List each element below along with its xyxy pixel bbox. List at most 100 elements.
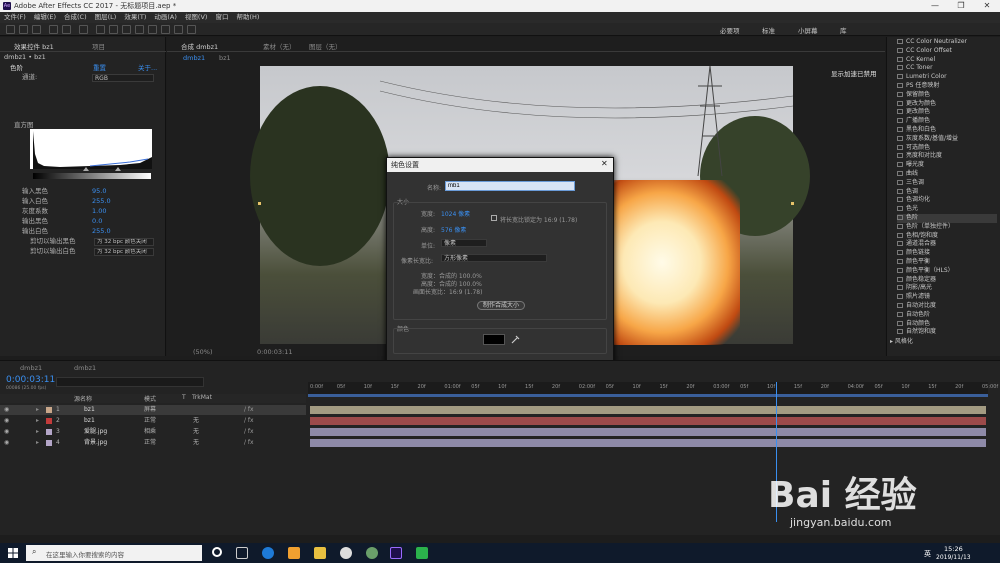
menu-view[interactable]: 视图(V) (185, 13, 208, 21)
workspace-libraries[interactable]: 库 (840, 25, 847, 35)
menu-animation[interactable]: 动画(A) (154, 13, 177, 21)
effect-item[interactable]: 颜色平衡 (897, 258, 930, 267)
subtab-comp[interactable]: dmbz1 (183, 54, 205, 62)
workspace-small-screen[interactable]: 小屏幕 (798, 25, 818, 35)
label-color-swatch[interactable] (46, 440, 52, 446)
effect-name[interactable]: 色阶 (10, 64, 23, 73)
effect-item[interactable]: CC Kernel (897, 56, 935, 65)
layer-row[interactable]: ◉ ▸ 3 爱腿.jpg 相乘 无 / fx (0, 427, 306, 437)
layer-name[interactable]: bz1 (84, 405, 95, 415)
wechat-icon[interactable] (416, 547, 428, 559)
effects-group-stylize[interactable]: ▸ 风格化 (890, 338, 913, 347)
param-value[interactable]: 1.00 (92, 207, 106, 216)
effect-item[interactable]: 三色调 (897, 179, 924, 188)
rotate-tool-icon[interactable] (49, 25, 58, 34)
edge-icon[interactable] (262, 547, 274, 559)
gamma-slider-icon[interactable] (83, 167, 89, 171)
fx-switch-icon[interactable]: / fx (244, 416, 254, 426)
layer-duration-bar[interactable] (310, 439, 986, 447)
timeline-tab[interactable]: dmbz1 (20, 364, 42, 372)
height-value[interactable]: 576 像素 (441, 225, 466, 234)
effect-item[interactable]: Lumetri Color (897, 73, 947, 82)
layer-name[interactable]: 爱腿.jpg (84, 427, 107, 437)
width-value[interactable]: 1024 像素 (441, 209, 470, 218)
clip-white-dropdown[interactable]: 为 32 bpc 颜色关闭 (94, 248, 154, 256)
unit-dropdown[interactable]: 像素 (441, 239, 487, 247)
tab-effect-controls[interactable]: 效果控件 bz1 (14, 41, 54, 51)
effect-item[interactable]: 广播颜色 (897, 117, 930, 126)
layer-name[interactable]: bz1 (84, 416, 95, 426)
workspace-standard[interactable]: 标准 (762, 25, 775, 35)
text-tool-icon[interactable] (122, 25, 131, 34)
effect-item[interactable]: 更改颜色 (897, 108, 930, 117)
maximize-button[interactable]: ❐ (948, 0, 974, 12)
time-ruler[interactable]: 0:00f 05f 10f 15f 20f 01:00f 05f 10f 15f 20f 02:00… (308, 382, 998, 394)
clip-black-dropdown[interactable]: 为 32 bpc 颜色关闭 (94, 238, 154, 246)
menu-file[interactable]: 文件(F) (4, 13, 26, 21)
selection-tool-icon[interactable] (6, 25, 15, 34)
layer-mode[interactable]: 正常 (144, 438, 156, 448)
layer-duration-bar[interactable] (310, 428, 986, 436)
effect-item[interactable]: 自然饱和度 (897, 328, 936, 337)
menu-help[interactable]: 帮助(H) (236, 13, 259, 21)
layer-trkmat[interactable]: 无 (193, 427, 199, 437)
mask-tool-icon[interactable] (96, 25, 105, 34)
effect-item[interactable]: 自动色阶 (897, 311, 930, 320)
tab-project[interactable]: 项目 (92, 41, 105, 51)
brush-tool-icon[interactable] (135, 25, 144, 34)
puppet-tool-icon[interactable] (187, 25, 196, 34)
tab-footage[interactable]: 素材（无） (263, 41, 296, 51)
layer-duration-bar[interactable] (310, 406, 986, 414)
timeline-tab[interactable]: dmbz1 (74, 364, 96, 372)
effect-item[interactable]: 通道混合器 (897, 240, 936, 249)
tab-composition[interactable]: 合成 dmbz1 (181, 41, 218, 51)
taskbar-search[interactable]: ⌕ 在这里输入你要搜索的内容 (26, 545, 202, 561)
label-color-swatch[interactable] (46, 429, 52, 435)
workspace-essentials[interactable]: 必要项 (720, 25, 740, 35)
layer-mode[interactable]: 相乘 (144, 427, 156, 437)
hand-tool-icon[interactable] (19, 25, 28, 34)
param-value[interactable]: 255.0 (92, 227, 111, 236)
zoom-tool-icon[interactable] (32, 25, 41, 34)
minimize-button[interactable]: — (922, 0, 948, 12)
effect-item[interactable]: 自动对比度 (897, 302, 936, 311)
layer-mode[interactable]: 屏幕 (144, 405, 156, 415)
fx-switch-icon[interactable]: / fx (244, 438, 254, 448)
windows-start-icon[interactable] (8, 548, 18, 558)
effect-item[interactable]: 照片滤镜 (897, 293, 930, 302)
task-view-icon[interactable] (236, 547, 248, 559)
eye-icon[interactable]: ◉ (4, 405, 9, 415)
pixel-ratio-dropdown[interactable]: 方形像素 (441, 254, 547, 262)
param-value[interactable]: 95.0 (92, 187, 106, 196)
menu-effect[interactable]: 效果(T) (124, 13, 146, 21)
app-icon[interactable] (366, 547, 378, 559)
param-value[interactable]: 0.0 (92, 217, 102, 226)
make-comp-size-button[interactable]: 制作合成大小 (477, 301, 525, 310)
viewer-timecode[interactable]: 0:00:03:11 (257, 348, 293, 356)
camera-tool-icon[interactable] (62, 25, 71, 34)
menu-edit[interactable]: 编辑(E) (34, 13, 56, 21)
reset-link[interactable]: 重置 (93, 64, 106, 73)
chevron-right-icon[interactable]: ▸ (36, 405, 39, 415)
layer-mode[interactable]: 正常 (144, 416, 156, 426)
color-swatch[interactable] (483, 334, 505, 345)
effect-item[interactable]: 色光 (897, 205, 918, 214)
effect-item[interactable]: 曲线 (897, 170, 918, 179)
effect-item[interactable]: 色阶（单独控件） (897, 223, 954, 232)
work-area-bar[interactable] (308, 394, 988, 397)
effect-item[interactable]: 色调均化 (897, 196, 930, 205)
lock-ratio-checkbox[interactable] (491, 215, 497, 221)
chevron-right-icon[interactable]: ▸ (36, 416, 39, 426)
name-input[interactable] (445, 181, 575, 191)
effect-item[interactable]: CC Toner (897, 64, 933, 73)
browser-icon[interactable] (340, 547, 352, 559)
layer-row[interactable]: ◉ ▸ 2 bz1 正常 无 / fx (0, 416, 306, 426)
clock-time[interactable]: 15:26 (944, 545, 963, 553)
close-button[interactable]: ✕ (974, 0, 1000, 12)
layer-name[interactable]: 背景.jpg (84, 438, 107, 448)
menu-layer[interactable]: 图层(L) (95, 13, 117, 21)
channel-dropdown[interactable]: RGB (92, 74, 154, 82)
subtab-layer[interactable]: bz1 (219, 54, 231, 62)
menu-window[interactable]: 窗口 (215, 13, 228, 21)
effect-item[interactable]: PS 任意映射 (897, 82, 939, 91)
